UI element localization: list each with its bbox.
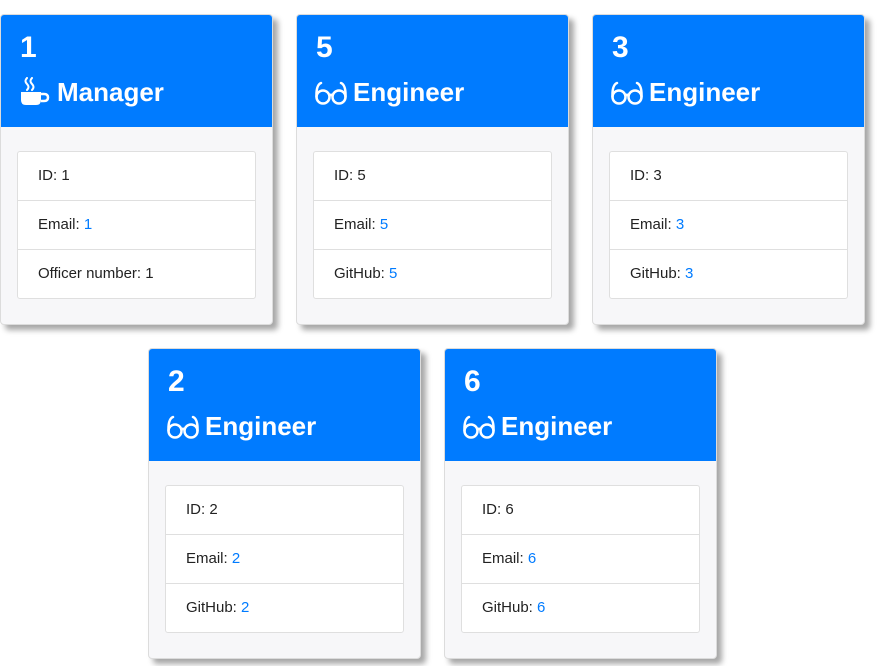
github-row: GitHub: 5 <box>314 249 551 298</box>
email-row: Email: 5 <box>314 200 551 249</box>
email-row: Email: 2 <box>166 534 403 583</box>
officer-number-label: Officer number: <box>38 265 142 282</box>
card-header: 1 Manager <box>1 15 272 127</box>
email-link[interactable]: 6 <box>528 550 536 567</box>
card-header: 6 Engineer <box>445 349 716 461</box>
role-label: Manager <box>57 76 164 107</box>
card-header: 5 Engineer <box>297 15 568 127</box>
employee-card-engineer: 3 Engineer ID: 3 Email: 3 GitHub: 3 <box>592 14 865 325</box>
email-row: Email: 6 <box>462 534 699 583</box>
card-header: 3 Engineer <box>593 15 864 127</box>
email-link[interactable]: 1 <box>84 216 92 233</box>
email-link[interactable]: 2 <box>232 550 240 567</box>
role-label: Engineer <box>649 76 761 107</box>
role-label: Engineer <box>205 410 317 441</box>
id-row: ID: 5 <box>314 152 551 200</box>
github-row: GitHub: 6 <box>462 583 699 632</box>
role-label: Engineer <box>501 410 613 441</box>
id-row: ID: 3 <box>610 152 847 200</box>
employee-name: 3 <box>612 31 629 64</box>
employee-card-engineer: 2 Engineer ID: 2 Email: 2 GitHub: 2 <box>148 348 421 659</box>
email-label: Email: <box>186 550 228 567</box>
glasses-icon <box>611 77 643 107</box>
details-list: ID: 3 Email: 3 GitHub: 3 <box>609 151 848 299</box>
employee-card-engineer: 6 Engineer ID: 6 Email: 6 GitHub: 6 <box>444 348 717 659</box>
employee-name: 1 <box>20 31 37 64</box>
github-link[interactable]: 5 <box>389 265 397 282</box>
employee-role: Manager <box>19 75 164 109</box>
github-link[interactable]: 3 <box>685 265 693 282</box>
email-link[interactable]: 3 <box>676 216 684 233</box>
id-label: ID: <box>38 167 58 184</box>
id-row: ID: 6 <box>462 486 699 534</box>
github-label: GitHub: <box>630 265 681 282</box>
id-value: 5 <box>357 167 366 184</box>
github-label: GitHub: <box>186 599 237 616</box>
details-list: ID: 1 Email: 1 Officer number: 1 <box>17 151 256 299</box>
email-label: Email: <box>630 216 672 233</box>
glasses-icon <box>315 77 347 107</box>
officer-number-row: Officer number: 1 <box>18 249 255 298</box>
id-value: 6 <box>505 501 514 518</box>
email-label: Email: <box>38 216 80 233</box>
github-link[interactable]: 6 <box>537 599 545 616</box>
card-header: 2 Engineer <box>149 349 420 461</box>
employee-role: Engineer <box>167 409 316 443</box>
id-value: 1 <box>61 167 70 184</box>
id-label: ID: <box>630 167 650 184</box>
officer-number-value: 1 <box>145 265 154 282</box>
employee-name: 2 <box>168 365 185 398</box>
github-label: GitHub: <box>482 599 533 616</box>
email-link[interactable]: 5 <box>380 216 388 233</box>
id-value: 3 <box>653 167 662 184</box>
id-label: ID: <box>334 167 354 184</box>
email-label: Email: <box>482 550 524 567</box>
employee-role: Engineer <box>611 75 760 109</box>
id-value: 2 <box>209 501 218 518</box>
employee-name: 5 <box>316 31 333 64</box>
employee-role: Engineer <box>463 409 612 443</box>
github-link[interactable]: 2 <box>241 599 249 616</box>
id-row: ID: 1 <box>18 152 255 200</box>
employee-card-engineer: 5 Engineer ID: 5 Email: 5 GitHub: 5 <box>296 14 569 325</box>
details-list: ID: 2 Email: 2 GitHub: 2 <box>165 485 404 633</box>
glasses-icon <box>167 411 199 441</box>
email-row: Email: 1 <box>18 200 255 249</box>
id-label: ID: <box>186 501 206 518</box>
details-list: ID: 6 Email: 6 GitHub: 6 <box>461 485 700 633</box>
email-label: Email: <box>334 216 376 233</box>
email-row: Email: 3 <box>610 200 847 249</box>
glasses-icon <box>463 411 495 441</box>
coffee-mug-icon <box>19 77 51 107</box>
employee-name: 6 <box>464 365 481 398</box>
employee-role: Engineer <box>315 75 464 109</box>
github-row: GitHub: 2 <box>166 583 403 632</box>
github-label: GitHub: <box>334 265 385 282</box>
employee-card-manager: 1 Manager ID: 1 Email: 1 Officer number: <box>0 14 273 325</box>
role-label: Engineer <box>353 76 465 107</box>
id-label: ID: <box>482 501 502 518</box>
github-row: GitHub: 3 <box>610 249 847 298</box>
details-list: ID: 5 Email: 5 GitHub: 5 <box>313 151 552 299</box>
id-row: ID: 2 <box>166 486 403 534</box>
